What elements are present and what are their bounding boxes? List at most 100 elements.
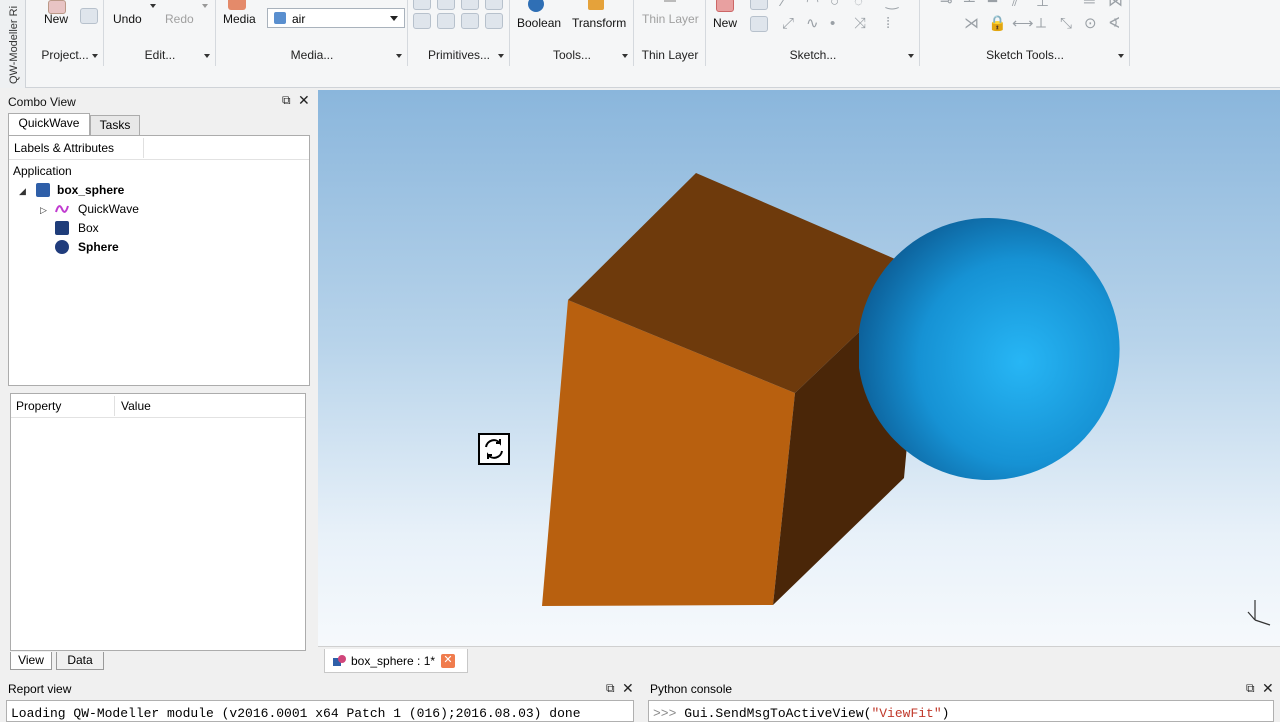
primitive-wedge-icon[interactable] [485,13,503,29]
constraint-horizontal-icon[interactable]: ━ [988,0,997,10]
undo-dropdown-icon[interactable] [150,4,156,8]
ribbon-toolbar: QW-Modeller Ri New Project... Undo Redo … [0,0,1280,88]
primitive-torus-icon[interactable] [485,0,503,10]
float-panel-icon[interactable]: ⧉ [1246,681,1255,696]
primitive-cone-icon[interactable] [461,0,479,10]
constraint-equal-icon[interactable]: ═ [1084,0,1095,10]
sphere-icon [55,240,69,254]
python-console-input[interactable]: >>> Gui.SendMsgToActiveView("ViewFit") [648,700,1274,722]
project-menu-label: Project... [41,48,89,62]
constraint-perpendicular-icon[interactable]: ⊥ [1036,0,1049,10]
expand-arrow-icon[interactable]: ◢ [19,186,26,197]
tree-root-application[interactable]: Application [13,164,72,178]
sketch-arc-icon[interactable]: ◠ [806,0,819,10]
3d-viewport[interactable] [318,90,1280,646]
chevron-down-icon [390,16,398,21]
transform-button[interactable]: Transform [572,16,626,30]
tree-item-box-sphere[interactable]: box_sphere [57,183,124,197]
column-divider [143,138,144,158]
new-sketch-icon[interactable] [716,0,734,12]
constraint-distance-icon[interactable]: ⤡ [1060,16,1072,32]
sketch-point-icon[interactable]: • [830,16,835,32]
constraint-symmetric-icon[interactable]: ⋈ [1108,0,1123,10]
boolean-button[interactable]: Boolean [517,16,561,30]
close-icon[interactable]: ✕ [1262,680,1274,697]
property-column-header: Property [16,399,62,413]
sketch-construction-icon[interactable]: ⁞ [886,16,890,32]
dropdown-arrow-icon [622,54,628,58]
constraint-horizontal-distance-icon[interactable]: ⟷ [1012,16,1034,32]
media-button[interactable]: Media [223,12,256,26]
edit-menu[interactable]: Edit... [104,48,216,66]
thin-layer-menu[interactable]: Thin Layer [634,48,706,66]
media-select[interactable]: air [267,8,405,28]
tree-item-quickwave[interactable]: QuickWave [78,202,139,216]
property-editor: Property Value [10,393,306,651]
collapsed-arrow-icon[interactable]: ▷ [40,205,47,216]
new-project-button[interactable]: New [44,12,68,26]
boolean-icon[interactable] [528,0,544,12]
tab-tasks[interactable]: Tasks [90,115,140,135]
sketch-edit-icon[interactable] [750,0,768,10]
float-panel-icon[interactable]: ⧉ [282,93,291,108]
constraint-tangent-icon[interactable]: ⌒ [1060,0,1075,10]
document-icon [36,183,50,197]
tree-item-sphere[interactable]: Sphere [78,240,119,254]
media-icon[interactable] [228,0,246,10]
constraint-vertical-icon[interactable]: ┴ [964,0,975,10]
sketch-mirror-icon[interactable]: ⤨ [854,16,866,32]
float-panel-icon[interactable]: ⧉ [606,681,615,696]
constraint-coincident-icon[interactable]: ⊸ [940,0,953,10]
ribbon-group-edit: Undo Redo Edit... [104,0,216,66]
media-select-value: air [292,12,306,26]
open-project-icon[interactable] [80,8,98,24]
3d-scene [542,173,1271,626]
constraint-vertical-distance-icon[interactable]: ⟂ [1036,16,1046,32]
column-divider [114,396,115,416]
primitive-sphere-icon[interactable] [413,13,431,29]
sketch-ellipse-icon[interactable]: ◌ [854,0,863,10]
new-sketch-button[interactable]: New [713,16,737,30]
constraint-parallel-icon[interactable]: ⫽ [1012,0,1019,10]
media-menu[interactable]: Media... [216,48,408,66]
document-tab[interactable]: box_sphere : 1* ✕ [324,649,468,673]
sketch-circle-icon[interactable]: ○ [830,0,839,10]
report-view-title: Report view [8,682,72,696]
constraint-symmetry-icon[interactable]: ⋊ [964,16,979,32]
sketch-menu[interactable]: Sketch... [706,48,920,66]
primitives-menu[interactable]: Primitives... [408,48,510,66]
project-menu[interactable]: Project... [26,48,104,66]
tab-quickwave[interactable]: QuickWave [8,113,90,135]
sketch-spline-icon[interactable]: ∿ [806,16,819,32]
close-icon[interactable]: ✕ [298,92,310,109]
tab-view[interactable]: View [10,652,52,670]
ribbon-side-label: QW-Modeller Ri [0,0,26,88]
primitive-prism-icon[interactable] [461,13,479,29]
tree-item-box[interactable]: Box [78,221,99,235]
python-line: >>> Gui.SendMsgToActiveView("ViewFit") [653,706,949,721]
sketch-export-icon[interactable] [750,16,768,32]
tools-menu[interactable]: Tools... [510,48,634,66]
tab-data[interactable]: Data [56,652,104,670]
tools-menu-label: Tools... [552,48,591,62]
sketch-polyline-icon[interactable]: ⤢ [782,16,794,32]
transform-icon[interactable] [588,0,604,10]
primitive-box-icon[interactable] [413,0,431,10]
thin-layer-button[interactable]: Thin Layer [642,12,699,26]
constraint-radius-icon[interactable]: ⊙ [1084,16,1097,32]
sketch-tools-menu[interactable]: Sketch Tools... [920,48,1130,66]
primitive-ellipsoid-icon[interactable] [437,13,455,29]
constraint-lock-icon[interactable]: 🔒 [988,16,1007,32]
close-icon[interactable]: ✕ [622,680,634,697]
sketch-line-icon[interactable]: ⁄ [782,0,785,10]
close-icon[interactable]: ✕ [441,654,455,668]
python-console-panel: Python console ⧉ ✕ >>> Gui.SendMsgToActi… [642,678,1280,722]
sketch-fillet-icon[interactable]: ⁐ [886,0,898,10]
property-header: Property Value [11,394,305,418]
constraint-angle-icon[interactable]: ∢ [1108,16,1121,32]
dropdown-arrow-icon [204,54,210,58]
primitive-cylinder-icon[interactable] [437,0,455,10]
undo-button[interactable]: Undo [113,12,142,26]
redo-dropdown-icon[interactable] [202,4,208,8]
redo-button[interactable]: Redo [165,12,194,26]
